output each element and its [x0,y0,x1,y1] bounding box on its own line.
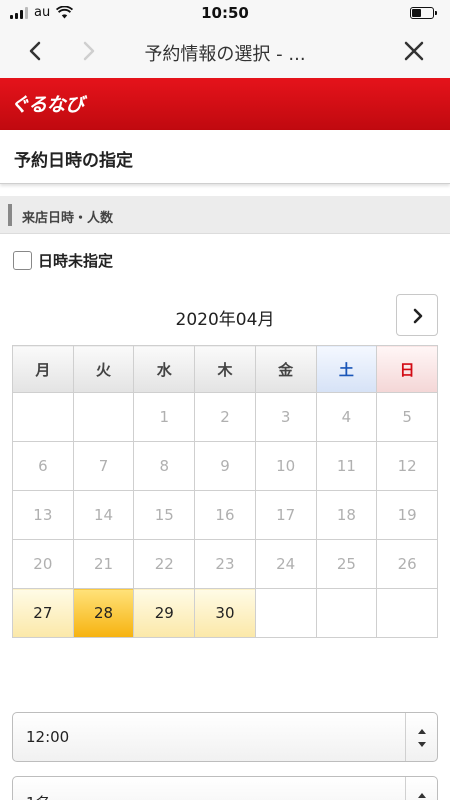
calendar-day-cell: 15 [133,490,196,540]
calendar-day-cell: 10 [254,441,317,491]
gurunavi-logo[interactable]: ぐるなび [10,90,84,117]
calendar-day-cell: 14 [72,490,135,540]
calendar-grid: 月 火 水 木 金 土 日 1 2 3 4 5 6 7 8 9 10 11 12 [12,345,438,638]
close-button[interactable] [400,37,428,65]
weekday-sun: 日 [376,345,438,393]
up-down-arrows-icon [418,729,426,747]
calendar-day-cell: 8 [133,441,196,491]
calendar-day-cell: 5 [376,392,438,442]
calendar-day-cell: 20 [12,539,74,589]
calendar-day-cell: 24 [254,539,317,589]
date-unspecified-option[interactable]: 日時未指定 [13,250,113,271]
page-header: 予約日時の指定 [0,130,450,184]
calendar-week-row: 27 28 29 30 [12,588,438,638]
battery-icon [410,7,437,19]
calendar-day-cell: 9 [194,441,256,491]
calendar-month-label: 2020年04月 [175,310,275,330]
weekday-header-row: 月 火 水 木 金 土 日 [12,345,438,393]
calendar-day-cell [12,392,74,442]
time-select[interactable]: 12:00 [12,712,438,762]
next-month-button[interactable] [396,294,438,336]
select-arrows [405,777,437,800]
brand-header: ぐるなび [0,78,450,130]
calendar-day-cell [72,392,135,442]
calendar-day-cell [315,588,378,638]
section-accent [8,204,12,226]
calendar-week-row: 20 21 22 23 24 25 26 [12,539,438,589]
chevron-left-icon [29,41,41,61]
calendar-day-available[interactable]: 29 [133,588,196,638]
calendar-day-cell: 22 [133,539,196,589]
section-title: 来店日時・人数 [22,211,114,226]
calendar-day-cell: 26 [376,539,438,589]
calendar-day-cell: 7 [72,441,135,491]
calendar-day-cell [254,588,317,638]
select-arrows [405,713,437,761]
calendar-day-cell: 23 [194,539,256,589]
calendar-day-cell: 12 [376,441,438,491]
forward-button[interactable] [74,37,102,65]
weekday-thu: 木 [194,345,256,393]
party-size-select[interactable]: 1名 [12,776,438,800]
calendar-day-cell: 25 [315,539,378,589]
weekday-tue: 火 [72,345,135,393]
date-unspecified-label: 日時未指定 [38,252,114,270]
party-size-value: 1名 [26,792,51,800]
date-unspecified-checkbox[interactable] [13,251,32,270]
calendar-day-cell: 2 [194,392,256,442]
weekday-fri: 金 [254,345,317,393]
calendar-week-row: 13 14 15 16 17 18 19 [12,490,438,540]
calendar-day-cell: 11 [315,441,378,491]
calendar-day-available[interactable]: 27 [12,588,74,638]
calendar-day-selected[interactable]: 28 [72,588,135,638]
calendar-day-available[interactable]: 30 [194,588,256,638]
weekday-mon: 月 [12,345,74,393]
calendar-day-cell: 17 [254,490,317,540]
calendar-day-cell: 21 [72,539,135,589]
calendar-day-cell: 4 [315,392,378,442]
section-header: 来店日時・人数 [0,196,450,234]
weekday-sat: 土 [315,345,378,393]
calendar-day-cell: 19 [376,490,438,540]
browser-nav-bar: 予約情報の選択 - ... [0,26,450,78]
weekday-wed: 水 [133,345,196,393]
calendar-day-cell: 1 [133,392,196,442]
time-select-value: 12:00 [26,728,70,746]
calendar-day-cell: 18 [315,490,378,540]
calendar-day-cell: 16 [194,490,256,540]
calendar-day-cell: 6 [12,441,74,491]
chevron-right-icon [83,41,95,61]
page-title-bar: 予約情報の選択 - ... [144,44,306,65]
up-down-arrows-icon [418,793,426,798]
calendar-week-row: 1 2 3 4 5 [12,392,438,442]
calendar-day-cell: 13 [12,490,74,540]
back-button[interactable] [22,37,50,65]
page-title: 予約日時の指定 [14,151,133,171]
calendar-day-cell [376,588,438,638]
status-bar: au 10:50 [0,0,450,26]
calendar-day-cell: 3 [254,392,317,442]
chevron-right-icon [413,308,423,324]
calendar-week-row: 6 7 8 9 10 11 12 [12,441,438,491]
clock: 10:50 [201,4,249,22]
close-icon [404,41,424,61]
